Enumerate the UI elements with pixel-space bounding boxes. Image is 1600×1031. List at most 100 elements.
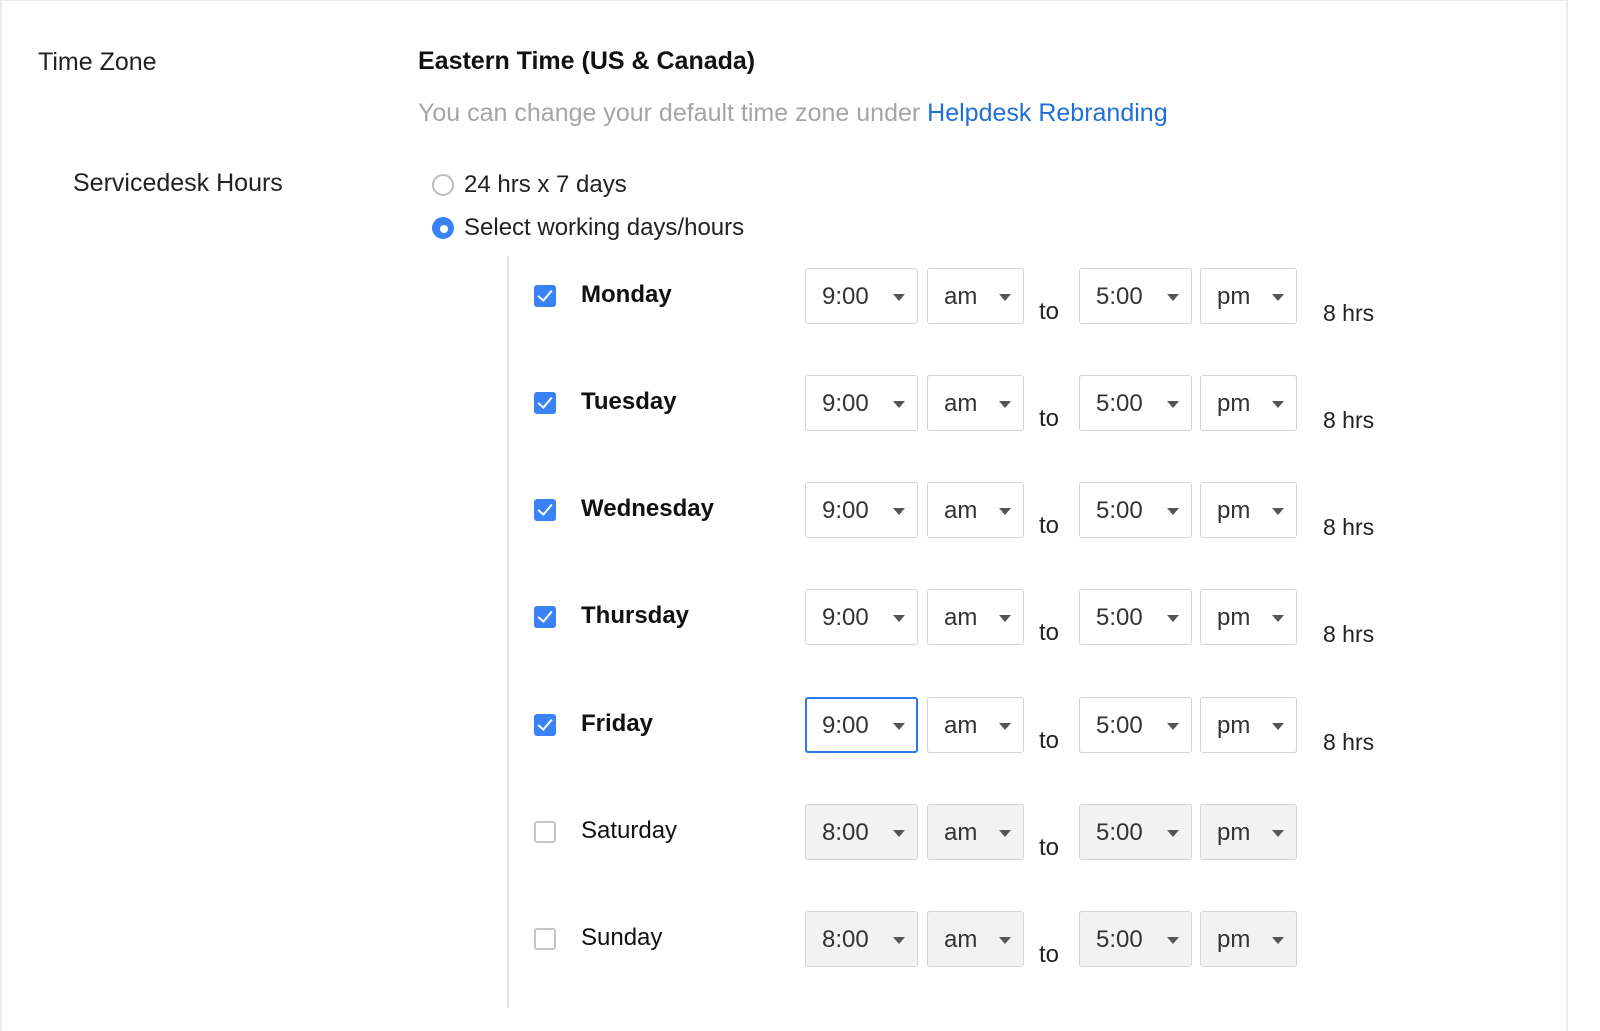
end-time-select-thursday[interactable]: 5:00 <box>1079 589 1192 645</box>
caret-down-icon <box>1272 937 1284 944</box>
caret-down-icon <box>999 508 1011 515</box>
caret-down-icon <box>893 615 905 622</box>
caret-down-icon <box>1272 615 1284 622</box>
checkbox-sunday[interactable] <box>534 928 556 950</box>
end-ampm-select-value: pm <box>1217 819 1251 846</box>
day-label-thursday: Thursday <box>581 602 690 629</box>
total-hours-thursday: 8 hrs <box>1323 621 1375 647</box>
end-ampm-select-thursday[interactable]: pm <box>1200 589 1297 645</box>
end-time-select-sunday[interactable]: 5:00 <box>1079 911 1192 967</box>
to-label: to <box>1039 405 1060 432</box>
radio-option-working-hours[interactable]: Select working days/hours <box>432 213 744 243</box>
caret-down-icon <box>1167 937 1179 944</box>
start-time-select-value: 9:00 <box>822 497 869 524</box>
start-ampm-select-monday[interactable]: am <box>927 268 1024 324</box>
caret-down-icon <box>1272 294 1284 301</box>
end-ampm-select-wednesday[interactable]: pm <box>1200 482 1297 538</box>
end-time-select-value: 5:00 <box>1096 926 1143 953</box>
start-ampm-select-friday[interactable]: am <box>927 697 1024 753</box>
start-ampm-select-thursday[interactable]: am <box>927 589 1024 645</box>
start-time-select-saturday[interactable]: 8:00 <box>805 804 918 860</box>
day-row-thursday: Thursday 9:00 am 5:00 pm to 8 hrs <box>0 589 1600 649</box>
total-hours-friday: 8 hrs <box>1323 729 1375 755</box>
start-ampm-select-sunday[interactable]: am <box>927 911 1024 967</box>
checkbox-monday[interactable] <box>534 285 556 307</box>
caret-down-icon <box>999 723 1011 730</box>
start-ampm-select-tuesday[interactable]: am <box>927 375 1024 431</box>
start-ampm-select-wednesday[interactable]: am <box>927 482 1024 538</box>
day-row-sunday: Sunday 8:00 am 5:00 pm to <box>0 911 1600 971</box>
end-time-select-friday[interactable]: 5:00 <box>1079 697 1192 753</box>
to-label: to <box>1039 619 1060 646</box>
total-hours-wednesday: 8 hrs <box>1323 514 1375 540</box>
start-ampm-select-value: am <box>944 390 978 417</box>
end-ampm-select-value: pm <box>1217 283 1251 310</box>
start-time-select-tuesday[interactable]: 9:00 <box>805 375 918 431</box>
time-zone-hint: You can change your default time zone un… <box>418 99 1168 128</box>
caret-down-icon <box>1167 615 1179 622</box>
servicedesk-hours-label: Servicedesk Hours <box>73 169 283 197</box>
end-ampm-select-friday[interactable]: pm <box>1200 697 1297 753</box>
end-ampm-select-monday[interactable]: pm <box>1200 268 1297 324</box>
checkbox-tuesday[interactable] <box>534 392 556 414</box>
helpdesk-rebranding-link[interactable]: Helpdesk Rebranding <box>927 99 1167 127</box>
end-time-select-value: 5:00 <box>1096 497 1143 524</box>
end-ampm-select-tuesday[interactable]: pm <box>1200 375 1297 431</box>
checkbox-wednesday[interactable] <box>534 499 556 521</box>
time-zone-label: Time Zone <box>38 48 157 76</box>
caret-down-icon <box>1167 723 1179 730</box>
day-row-tuesday: Tuesday 9:00 am 5:00 pm to 8 hrs <box>0 375 1600 435</box>
end-time-select-value: 5:00 <box>1096 283 1143 310</box>
end-ampm-select-saturday[interactable]: pm <box>1200 804 1297 860</box>
start-time-select-wednesday[interactable]: 9:00 <box>805 482 918 538</box>
caret-down-icon <box>893 937 905 944</box>
to-label: to <box>1039 941 1060 968</box>
total-hours-monday: 8 hrs <box>1323 300 1375 326</box>
start-ampm-select-value: am <box>944 926 978 953</box>
start-time-select-thursday[interactable]: 9:00 <box>805 589 918 645</box>
caret-down-icon <box>1167 830 1179 837</box>
caret-down-icon <box>893 401 905 408</box>
end-ampm-select-value: pm <box>1217 604 1251 631</box>
caret-down-icon <box>893 508 905 515</box>
start-ampm-select-value: am <box>944 819 978 846</box>
start-time-select-friday[interactable]: 9:00 <box>805 697 918 753</box>
checkbox-thursday[interactable] <box>534 606 556 628</box>
caret-down-icon <box>893 830 905 837</box>
start-time-select-value: 9:00 <box>822 283 869 310</box>
end-ampm-select-value: pm <box>1217 712 1251 739</box>
time-zone-hint-text: You can change your default time zone un… <box>418 99 921 127</box>
start-ampm-select-saturday[interactable]: am <box>927 804 1024 860</box>
day-row-wednesday: Wednesday 9:00 am 5:00 pm to 8 hrs <box>0 482 1600 542</box>
time-zone-value: Eastern Time (US & Canada) <box>418 47 756 75</box>
start-ampm-select-value: am <box>944 712 978 739</box>
checkbox-saturday[interactable] <box>534 821 556 843</box>
start-ampm-select-value: am <box>944 283 978 310</box>
end-time-select-monday[interactable]: 5:00 <box>1079 268 1192 324</box>
start-ampm-select-value: am <box>944 604 978 631</box>
radio-option-24x7[interactable]: 24 hrs x 7 days <box>432 170 627 200</box>
day-row-monday: Monday 9:00 am 5:00 pm to 8 hrs <box>0 268 1600 328</box>
day-label-sunday: Sunday <box>581 924 663 951</box>
day-row-saturday: Saturday 8:00 am 5:00 pm to <box>0 804 1600 864</box>
start-time-select-sunday[interactable]: 8:00 <box>805 911 918 967</box>
end-ampm-select-value: pm <box>1217 497 1251 524</box>
day-label-monday: Monday <box>581 281 672 308</box>
radio-button-24x7[interactable] <box>432 174 454 196</box>
checkbox-friday[interactable] <box>534 714 556 736</box>
start-time-select-monday[interactable]: 9:00 <box>805 268 918 324</box>
radio-button-working-hours[interactable] <box>432 217 454 239</box>
day-label-friday: Friday <box>581 710 654 737</box>
end-time-select-saturday[interactable]: 5:00 <box>1079 804 1192 860</box>
end-time-select-wednesday[interactable]: 5:00 <box>1079 482 1192 538</box>
caret-down-icon <box>999 830 1011 837</box>
end-time-select-tuesday[interactable]: 5:00 <box>1079 375 1192 431</box>
to-label: to <box>1039 727 1060 754</box>
total-hours-tuesday: 8 hrs <box>1323 407 1375 433</box>
to-label: to <box>1039 834 1060 861</box>
caret-down-icon <box>1167 401 1179 408</box>
caret-down-icon <box>1167 508 1179 515</box>
start-time-select-value: 8:00 <box>822 819 869 846</box>
end-ampm-select-sunday[interactable]: pm <box>1200 911 1297 967</box>
end-time-select-value: 5:00 <box>1096 819 1143 846</box>
